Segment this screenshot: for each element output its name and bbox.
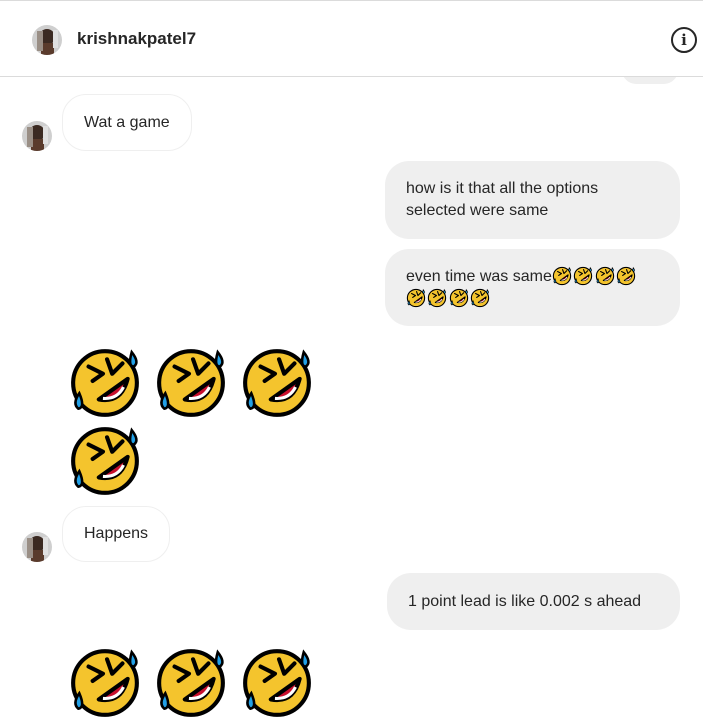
chat-header: krishnakpatel7 i	[0, 1, 703, 77]
info-icon[interactable]: i	[671, 27, 697, 53]
message-sent[interactable]: 1 point lead is like 0.002 s ahead	[387, 573, 680, 630]
message-text: Happens	[84, 525, 149, 542]
rofl-emoji-icon	[595, 266, 615, 286]
rofl-emoji-icon	[154, 646, 228, 720]
message-received[interactable]: Happens	[62, 506, 171, 562]
rofl-emoji-icon	[449, 288, 469, 308]
avatar[interactable]	[22, 532, 52, 562]
rofl-emoji-icon	[427, 288, 447, 308]
message-text: 1 point lead is like 0.002 s ahead	[408, 592, 642, 610]
rofl-emoji-icon	[68, 346, 142, 420]
info-glyph: i	[681, 31, 687, 49]
avatar[interactable]	[32, 25, 62, 55]
message-text: Wat a game	[84, 113, 170, 131]
avatar[interactable]	[22, 121, 52, 151]
rofl-emoji-icon	[240, 346, 314, 420]
rofl-emoji-icon	[470, 288, 490, 308]
rofl-emoji-icon	[240, 646, 314, 720]
chat-username[interactable]: krishnakpatel7	[77, 29, 196, 49]
rofl-emoji-icon	[68, 646, 142, 720]
rofl-emoji-icon	[552, 266, 572, 286]
message-text: how is it that all the options selected …	[406, 180, 599, 219]
rofl-emoji-icon	[616, 266, 636, 286]
rofl-emoji-icon	[406, 288, 426, 308]
message-received[interactable]: Wat a game	[62, 94, 192, 151]
rofl-emoji-icon	[573, 266, 593, 286]
message-sent[interactable]: how is it that all the options selected …	[385, 161, 680, 239]
message-text: even time was same	[406, 267, 552, 285]
rofl-emoji-icon	[68, 424, 142, 498]
message-sent[interactable]: even time was same	[385, 249, 680, 326]
rofl-emoji-icon	[154, 346, 228, 420]
